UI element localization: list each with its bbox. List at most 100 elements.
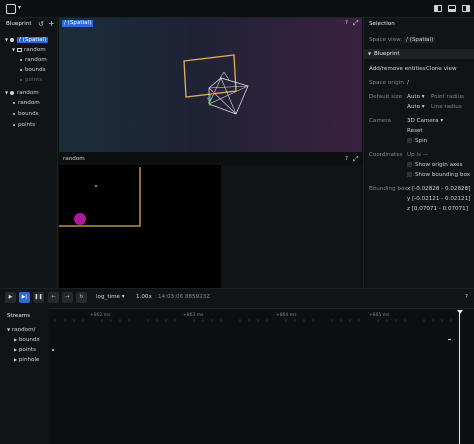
streams-tree: Streams ▼ random/ ▶ bounds ▶ points ▶ pi… (0, 308, 49, 444)
stream-bounds[interactable]: ▶ bounds (14, 337, 39, 343)
space-view-icon (10, 90, 14, 95)
bbox-y: y [-0.02121 - 0.02121] (407, 196, 471, 202)
entity-icon (20, 58, 22, 61)
space-view-label: Space view: (369, 37, 403, 43)
tree-item-spatial[interactable]: ▼ / (Spatial) (5, 35, 49, 45)
tree-item-points[interactable]: points (20, 75, 42, 85)
bounding-box-label: Bounding box (369, 186, 408, 192)
blueprint-section-header[interactable]: ▼ Blueprint (364, 49, 474, 59)
show-origin-axes-checkbox[interactable]: Show origin axes (407, 162, 463, 168)
checkbox-icon (407, 138, 412, 143)
empty-viewport-area (221, 165, 362, 288)
help-icon[interactable]: ? (345, 156, 348, 162)
tab-random-view[interactable]: random (63, 156, 85, 162)
maximize-icon[interactable]: ⤢ (353, 155, 359, 164)
clone-view-button[interactable]: Clone view (426, 66, 457, 72)
toggle-left-panel-icon[interactable] (434, 5, 442, 12)
space-origin-label: Space origin (369, 80, 404, 86)
toggle-right-panel-icon[interactable] (462, 5, 470, 12)
bbox-x: x [-0.02828 - 0.02828] (407, 186, 471, 192)
entity-icon (20, 78, 22, 81)
scene-2d (59, 167, 141, 227)
top-bar (0, 0, 474, 18)
entity-icon (13, 101, 15, 104)
space-view-value[interactable]: / (Spatial) (404, 37, 436, 43)
streams-title: Streams (7, 313, 31, 319)
coordinates-label: Coordinates (369, 152, 403, 158)
tree-item-bounds[interactable]: bounds (20, 65, 46, 75)
help-icon[interactable]: ? (465, 294, 468, 300)
selection-title: Selection (369, 21, 395, 27)
spatial-view-icon (10, 37, 14, 42)
blueprint-panel: Blueprint ↺ + ▼ / (Spatial) ▼ random rando… (0, 18, 58, 288)
event-marker[interactable] (52, 349, 54, 351)
ruler-ticks (54, 319, 452, 322)
maximize-icon[interactable]: ⤢ (353, 19, 359, 28)
point-radius-label: Point radius (431, 94, 464, 100)
line-radius-label: Line radius (431, 104, 462, 110)
stream-tracks[interactable] (50, 310, 474, 444)
menu-caret-icon[interactable]: ▾ (18, 4, 21, 11)
pause-icon[interactable]: ❚❚ (33, 292, 44, 303)
camera-select[interactable]: 3D Camera ▾ (407, 118, 443, 124)
collapse-icon[interactable]: ▼ (368, 51, 371, 56)
tab-spatial-view[interactable]: / (Spatial) (62, 20, 94, 27)
current-time[interactable]: 14:03:06.885923Z (158, 294, 210, 300)
tree-item-random-space[interactable]: ▼ random (5, 88, 39, 98)
event-marker[interactable] (448, 339, 451, 340)
stream-points[interactable]: ▶ points (14, 347, 36, 353)
stream-pinhole[interactable]: ▶ pinhole (14, 357, 39, 363)
play-icon[interactable]: ▶ (5, 292, 16, 303)
toggle-bottom-panel-icon[interactable] (448, 5, 456, 12)
bbox-z: z [0.07071 - 0.07071] (407, 206, 468, 212)
ruler-tick-label: +865 ms (369, 313, 390, 318)
time-cursor[interactable] (459, 310, 460, 444)
tree-item-points-2[interactable]: points (13, 120, 35, 130)
add-space-view-icon[interactable]: + (48, 19, 55, 28)
point-radius-select[interactable]: Auto ▾ (407, 94, 425, 100)
checkbox-icon (407, 172, 412, 177)
default-size-label: Default size (369, 94, 403, 100)
step-forward-icon[interactable]: → (62, 292, 73, 303)
checkbox-icon (407, 162, 412, 167)
line-radius-select[interactable]: Auto ▾ (407, 104, 425, 110)
spatial-3d-viewport[interactable] (59, 18, 362, 152)
up-is-value: Up is — (407, 152, 429, 158)
tree-item-random[interactable]: random (20, 55, 47, 65)
tree-item-bounds-2[interactable]: bounds (13, 109, 39, 119)
group-icon (17, 47, 22, 52)
reset-blueprint-icon[interactable]: ↺ (38, 20, 44, 28)
random-point-large (74, 213, 86, 225)
timeline-select[interactable]: log_time ▾ (96, 294, 125, 300)
add-remove-entities-button[interactable]: Add/remove entities (369, 66, 426, 72)
tree-item-random-2[interactable]: random (13, 98, 40, 108)
ruler-tick-label: +863 ms (183, 313, 204, 318)
selection-panel: Selection Space view: / (Spatial) ▼ Blue… (363, 18, 474, 288)
plot-2d-area[interactable] (59, 165, 221, 288)
space-origin-value[interactable]: / (407, 80, 409, 86)
follow-icon[interactable]: ▶| (19, 292, 30, 303)
time-cursor-handle[interactable] (457, 310, 463, 314)
time-ruler[interactable]: +862 ms +863 ms +864 ms +865 ms (50, 313, 474, 322)
blueprint-title: Blueprint (6, 21, 32, 27)
camera-label: Camera (369, 118, 391, 124)
help-icon[interactable]: ? (345, 20, 348, 26)
ruler-tick-label: +862 ms (90, 313, 111, 318)
tree-item-random-group[interactable]: ▼ random (12, 45, 46, 55)
scene-3d (183, 54, 249, 115)
random-point-small (95, 185, 97, 187)
playback-speed[interactable]: 1.00x (136, 294, 152, 300)
step-back-icon[interactable]: ← (48, 292, 59, 303)
show-bounding-box-checkbox[interactable]: Show bounding box (407, 172, 470, 178)
entity-icon (13, 112, 15, 115)
stream-random[interactable]: ▼ random/ (7, 327, 35, 333)
bounds-2d (59, 167, 141, 227)
bounds-box (183, 54, 237, 98)
entity-icon (20, 68, 22, 71)
rerun-logo-icon[interactable] (6, 4, 16, 14)
reset-camera-button[interactable]: Reset (407, 128, 423, 134)
ruler-tick-label: +864 ms (276, 313, 297, 318)
entity-icon (13, 123, 15, 126)
loop-icon[interactable]: ↻ (76, 292, 87, 303)
spin-checkbox[interactable]: Spin (407, 138, 427, 144)
